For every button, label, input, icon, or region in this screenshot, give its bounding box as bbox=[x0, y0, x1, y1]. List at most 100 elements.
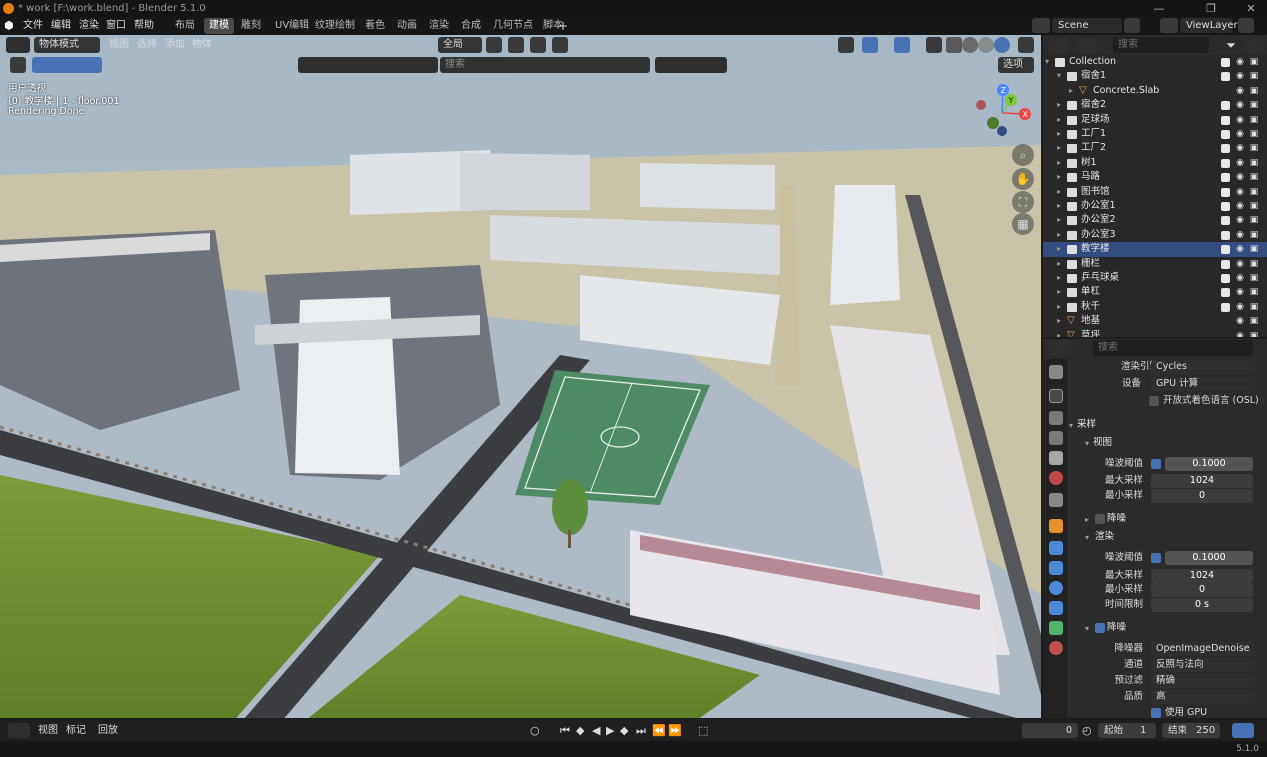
new-view-layer-icon[interactable] bbox=[1238, 18, 1254, 33]
editor-type-icon[interactable] bbox=[6, 37, 30, 53]
workspace-tab-6[interactable]: 动画 bbox=[392, 18, 422, 34]
object-tab-icon[interactable] bbox=[1049, 519, 1063, 533]
pan-hand-icon[interactable]: ✋ bbox=[1012, 168, 1034, 190]
pivot-icon[interactable] bbox=[486, 37, 502, 53]
menu-file[interactable]: 文件 bbox=[23, 17, 43, 35]
world-tab-icon[interactable] bbox=[1049, 471, 1063, 485]
prev-keyframe-icon[interactable]: ◆ bbox=[576, 723, 584, 738]
properties-editor-type-icon[interactable] bbox=[1049, 340, 1071, 356]
playback-menu[interactable]: 回放 bbox=[98, 723, 118, 738]
render-visibility-icon[interactable]: ▣ bbox=[1249, 302, 1259, 312]
viewport-menu-select[interactable]: 选择 bbox=[132, 37, 162, 53]
menu-help[interactable]: 帮助 bbox=[134, 17, 154, 35]
render-visibility-icon[interactable]: ▣ bbox=[1249, 287, 1259, 297]
viewport-noise-threshold-field[interactable]: 0.1000 bbox=[1165, 457, 1253, 471]
expand-icon[interactable]: ▸ bbox=[1069, 84, 1073, 99]
eye-icon[interactable]: ◉ bbox=[1235, 201, 1245, 211]
collection-tab-icon[interactable] bbox=[1049, 493, 1063, 507]
viewport-menu-add[interactable]: 添加 bbox=[160, 37, 190, 53]
scene-tab-icon[interactable] bbox=[1049, 451, 1063, 465]
expand-icon[interactable]: ▸ bbox=[1057, 113, 1061, 128]
exclude-checkbox[interactable] bbox=[1221, 187, 1230, 197]
exclude-checkbox[interactable] bbox=[1221, 288, 1230, 298]
expand-icon[interactable]: ▸ bbox=[1057, 257, 1061, 272]
expand-icon[interactable]: ▸ bbox=[1057, 185, 1061, 200]
render-noise-threshold-field[interactable]: 0.1000 bbox=[1165, 551, 1253, 565]
solid-shading-icon[interactable] bbox=[962, 37, 978, 53]
menu-window[interactable]: 窗口 bbox=[106, 17, 126, 35]
workspace-tab-9[interactable]: 几何节点 bbox=[488, 18, 538, 34]
prev-frame-icon[interactable]: ⏪ bbox=[652, 723, 666, 738]
frame-start-field[interactable]: 1 bbox=[1140, 723, 1146, 738]
render-visibility-icon[interactable]: ▣ bbox=[1249, 316, 1259, 326]
collapse-icon[interactable]: ▾ bbox=[1057, 69, 1061, 84]
outliner-row[interactable]: ▸ 树1 ◉ ▣ bbox=[1043, 156, 1267, 171]
eye-icon[interactable]: ◉ bbox=[1235, 57, 1245, 67]
proportional-edit-icon[interactable] bbox=[552, 37, 568, 53]
exclude-checkbox[interactable] bbox=[1221, 274, 1230, 283]
timeline-menu-marker[interactable]: 标记 bbox=[66, 723, 86, 738]
render-visibility-icon[interactable]: ▣ bbox=[1249, 259, 1259, 269]
render-visibility-icon[interactable]: ▣ bbox=[1249, 230, 1259, 240]
auto-keying-icon[interactable]: ○ bbox=[530, 723, 540, 738]
expand-icon[interactable]: ▸ bbox=[1057, 300, 1061, 315]
passes-dropdown[interactable]: 反照与法向 bbox=[1151, 658, 1255, 672]
outliner-row[interactable]: ▸ 乒乓球桌 ◉ ▣ bbox=[1043, 271, 1267, 286]
jump-start-icon[interactable]: ⏮ bbox=[560, 723, 570, 738]
eye-icon[interactable]: ◉ bbox=[1235, 259, 1245, 269]
exclude-checkbox[interactable] bbox=[1221, 230, 1230, 240]
3d-viewport[interactable]: 物体模式 视图 选择 添加 物体 全局 搜索 选项 用户透视 (0) 教学楼 |… bbox=[0, 35, 1041, 718]
add-workspace-button[interactable]: + bbox=[558, 17, 568, 35]
select-mode-icons[interactable] bbox=[32, 57, 102, 73]
outliner-search-input[interactable]: 搜索 bbox=[1113, 37, 1209, 53]
display-mode-icon[interactable] bbox=[1077, 37, 1097, 53]
expand-icon[interactable]: ▸ bbox=[1057, 127, 1061, 142]
scene-selector[interactable]: Scene bbox=[1052, 18, 1122, 33]
expand-icon[interactable]: ▸ bbox=[1057, 213, 1061, 228]
visibility-icon[interactable] bbox=[838, 37, 854, 53]
play-reverse-icon[interactable]: ◀ bbox=[592, 723, 600, 738]
viewport-noise-checkbox[interactable] bbox=[1151, 459, 1161, 469]
render-visibility-icon[interactable]: ▣ bbox=[1249, 100, 1259, 110]
properties-search-input[interactable]: 搜索 bbox=[1093, 340, 1253, 356]
expand-icon[interactable]: ▸ bbox=[1057, 156, 1061, 171]
expand-icon[interactable]: ▸ bbox=[1057, 98, 1061, 113]
workspace-tab-1[interactable]: 建模 bbox=[204, 18, 234, 34]
filter-icons[interactable] bbox=[655, 57, 727, 73]
viewport-denoise-checkbox[interactable] bbox=[1095, 514, 1105, 524]
outliner-row[interactable]: ▸ 工厂1 ◉ ▣ bbox=[1043, 127, 1267, 142]
outliner-row[interactable]: ▸ 栅栏 ◉ ▣ bbox=[1043, 257, 1267, 272]
outliner-row[interactable]: ▸ 图书馆 ◉ ▣ bbox=[1043, 185, 1267, 200]
outliner-row[interactable]: ▸ 足球场 ◉ ▣ bbox=[1043, 113, 1267, 128]
navigation-gizmo[interactable]: X Y Z bbox=[975, 83, 1035, 143]
expand-icon[interactable]: ▸ bbox=[1057, 271, 1061, 286]
zoom-icon[interactable]: ⌕ bbox=[1012, 144, 1034, 166]
eye-icon[interactable]: ◉ bbox=[1235, 129, 1245, 139]
outliner-row[interactable]: ▸ ▽ Concrete.Slab ◉ ▣ bbox=[1043, 84, 1267, 99]
eye-icon[interactable]: ◉ bbox=[1235, 115, 1245, 125]
blender-menu-icon[interactable]: ⬢ bbox=[4, 17, 14, 35]
render-expand-icon[interactable]: ▾ bbox=[1085, 533, 1089, 542]
viewport-max-samples-field[interactable]: 1024 bbox=[1151, 474, 1253, 488]
workspace-tab-2[interactable]: 雕刻 bbox=[236, 18, 266, 34]
expand-icon[interactable]: ▸ bbox=[1057, 242, 1061, 257]
maximize-button[interactable]: ❐ bbox=[1196, 0, 1226, 17]
render-visibility-icon[interactable]: ▣ bbox=[1249, 172, 1259, 182]
wireframe-shading-icon[interactable] bbox=[946, 37, 962, 53]
osl-checkbox[interactable] bbox=[1149, 396, 1159, 406]
constraints-tab-icon[interactable] bbox=[1049, 601, 1063, 615]
denoiser-dropdown[interactable]: OpenImageDenoise bbox=[1151, 642, 1255, 656]
eye-icon[interactable]: ◉ bbox=[1235, 273, 1245, 283]
view-layer-icon[interactable] bbox=[1160, 18, 1178, 33]
exclude-checkbox[interactable] bbox=[1221, 115, 1230, 125]
outliner-editor-type-icon[interactable] bbox=[1049, 37, 1069, 53]
expand-icon[interactable]: ▸ bbox=[1057, 228, 1061, 243]
transform-orientation[interactable]: 全局 bbox=[438, 37, 482, 53]
render-visibility-icon[interactable]: ▣ bbox=[1249, 129, 1259, 139]
exclude-checkbox[interactable] bbox=[1221, 158, 1230, 168]
view-layer-selector[interactable]: ViewLayer bbox=[1180, 18, 1238, 33]
close-button[interactable]: ✕ bbox=[1236, 0, 1266, 17]
mode-selector[interactable]: 物体模式 bbox=[34, 37, 100, 53]
jump-end-icon[interactable]: ⏭ bbox=[636, 723, 646, 738]
workspace-tab-0[interactable]: 布局 bbox=[170, 18, 200, 34]
